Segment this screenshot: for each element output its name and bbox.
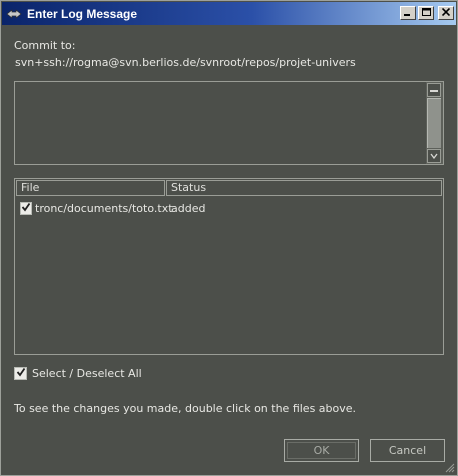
- table-row[interactable]: tronc/documents/toto.txt added: [16, 199, 442, 217]
- column-header-file[interactable]: File: [16, 180, 165, 196]
- ok-button-label: OK: [313, 444, 330, 457]
- select-all-checkbox[interactable]: [14, 367, 27, 380]
- file-status: added: [171, 201, 206, 215]
- minimize-icon: [404, 8, 412, 19]
- log-message-input[interactable]: [15, 82, 426, 164]
- window-controls: [400, 6, 454, 20]
- log-message-dialog: Enter Log Message Commit to: svn+ssh://r…: [0, 0, 458, 476]
- arrow-down-icon: [430, 152, 438, 161]
- maximize-icon: [421, 7, 431, 19]
- column-header-status[interactable]: Status: [166, 180, 442, 196]
- resize-grip-icon[interactable]: [443, 461, 455, 473]
- checkmark-icon: [21, 202, 31, 215]
- window-title: Enter Log Message: [27, 6, 138, 21]
- table-header: File Status: [16, 180, 442, 196]
- ok-button[interactable]: OK: [284, 439, 359, 462]
- title-bar[interactable]: Enter Log Message: [2, 2, 456, 25]
- minus-icon: [430, 86, 438, 95]
- select-deselect-all[interactable]: Select / Deselect All: [14, 367, 142, 380]
- select-all-label: Select / Deselect All: [32, 367, 142, 380]
- scroll-down-button[interactable]: [427, 149, 441, 163]
- commit-to-label: Commit to:: [14, 39, 76, 52]
- file-path: tronc/documents/toto.txt: [35, 201, 173, 215]
- scroll-up-button[interactable]: [427, 83, 441, 97]
- app-icon: [6, 6, 22, 22]
- log-message-area: [14, 81, 444, 165]
- maximize-button[interactable]: [418, 6, 434, 20]
- files-table: File Status tronc/documents/toto.txt add…: [14, 178, 444, 355]
- checkmark-icon: [16, 367, 26, 380]
- repository-url: svn+ssh://rogma@svn.berlios.de/svnroot/r…: [15, 56, 356, 69]
- close-icon: [441, 7, 451, 19]
- close-button[interactable]: [438, 6, 454, 20]
- hint-text: To see the changes you made, double clic…: [14, 402, 357, 415]
- file-checkbox[interactable]: [20, 201, 32, 215]
- cancel-button-label: Cancel: [388, 444, 427, 457]
- vertical-scrollbar[interactable]: [426, 82, 443, 164]
- minimize-button[interactable]: [400, 6, 416, 20]
- scroll-thumb[interactable]: [427, 98, 441, 148]
- cancel-button[interactable]: Cancel: [370, 439, 445, 462]
- file-cell: tronc/documents/toto.txt: [16, 201, 173, 215]
